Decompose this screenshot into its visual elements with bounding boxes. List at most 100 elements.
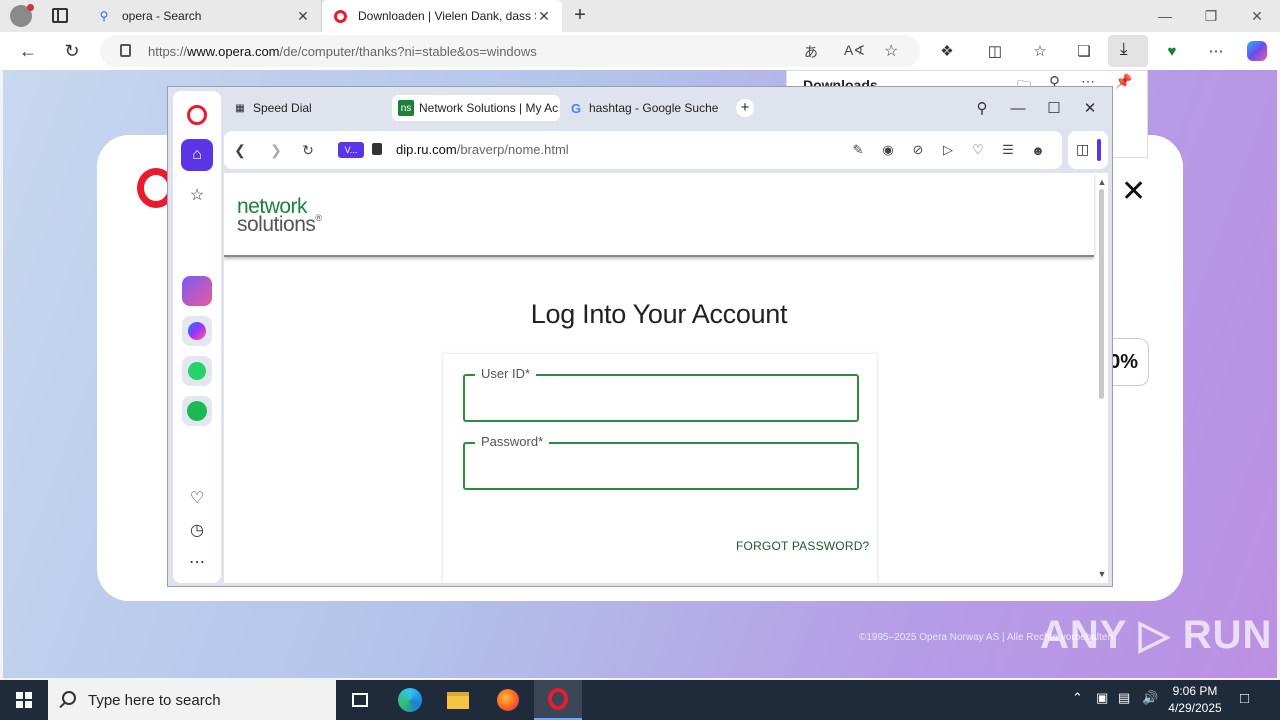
site-header: network solutions® xyxy=(224,173,1094,257)
window-close-icon[interactable]: ✕ xyxy=(1078,96,1102,120)
maximize-icon[interactable]: ☐ xyxy=(1042,96,1066,120)
new-tab-button[interactable]: + xyxy=(568,4,592,28)
edge-toolbar: ← ↻ https://www.opera.com/de/computer/th… xyxy=(0,32,1280,70)
password-field[interactable]: Password* xyxy=(463,434,859,490)
edge-tab-title: opera - Search xyxy=(122,9,202,23)
minimize-icon[interactable]: — xyxy=(1006,96,1030,120)
opera-tab-title: Network Solutions | My Ac xyxy=(419,101,559,115)
opera-browser-window: ⌂ ☆ ♡ ◷ ⋯ ▦ Speed Dial ns Network Soluti… xyxy=(167,86,1113,587)
volume-icon[interactable]: 🔊 xyxy=(1142,690,1158,706)
edge-tab-search[interactable]: ⚲ opera - Search ✕ xyxy=(86,0,322,32)
edge-url[interactable]: https://www.opera.com/de/computer/thanks… xyxy=(148,44,537,59)
history-clock-icon[interactable]: ◷ xyxy=(181,514,213,546)
device-icon[interactable]: ▣ xyxy=(1096,690,1108,706)
copilot-icon[interactable] xyxy=(1245,39,1269,63)
extensions-icon[interactable]: ❖ xyxy=(935,39,959,63)
more-options-icon[interactable]: ⋯ xyxy=(181,546,213,578)
user-id-input[interactable] xyxy=(471,386,851,412)
heart-icon[interactable]: ♡ xyxy=(968,140,988,160)
sidebar-toggle[interactable] xyxy=(1097,139,1101,161)
easy-setup-icon[interactable]: ☰ xyxy=(998,140,1018,160)
network-icon[interactable]: ▤ xyxy=(1118,690,1130,706)
edit-icon[interactable]: ✎ xyxy=(848,140,868,160)
opera-tab-network-solutions[interactable]: ns Network Solutions | My Ac xyxy=(392,95,560,121)
sidebar-messenger-app[interactable] xyxy=(181,315,213,347)
minimize-icon[interactable]: — xyxy=(1142,0,1188,32)
edge-tab-opera-download[interactable]: Downloaden | Vielen Dank, dass Sie ✕ xyxy=(322,0,562,32)
scroll-thumb[interactable] xyxy=(1099,189,1104,399)
refresh-icon[interactable]: ↻ xyxy=(60,39,84,63)
sidebar-spotify-app[interactable] xyxy=(181,395,213,427)
close-icon[interactable]: ✕ xyxy=(536,8,552,25)
notifications-icon[interactable]: □ xyxy=(1240,690,1249,707)
chevron-up-icon[interactable]: ⌃ xyxy=(1072,690,1083,706)
vpn-badge[interactable]: V... xyxy=(338,142,364,158)
adblock-icon[interactable]: ⊘ xyxy=(908,140,928,160)
close-icon[interactable]: ✕ xyxy=(295,8,311,25)
taskbar-search[interactable]: Type here to search xyxy=(48,680,336,720)
sidebar-whatsapp-app[interactable] xyxy=(181,355,213,387)
opera-tab-google[interactable]: G hashtag - Google Suche xyxy=(562,95,732,121)
taskbar-clock[interactable]: 9:06 PM 4/29/2025 xyxy=(1160,683,1230,717)
user-id-label: User ID* xyxy=(475,366,537,381)
logo-text-solutions: solutions® xyxy=(237,213,322,236)
scroll-up-icon[interactable]: ▲ xyxy=(1097,177,1107,187)
password-input[interactable] xyxy=(471,454,851,480)
windows-logo-icon xyxy=(16,692,32,708)
back-arrow-icon[interactable]: ← xyxy=(16,39,40,63)
favorites-icon[interactable]: ☆ xyxy=(1028,39,1052,63)
page-title: Log Into Your Account xyxy=(530,299,788,329)
opera-menu-icon[interactable] xyxy=(187,105,207,125)
translate-icon[interactable]: あ xyxy=(804,42,818,62)
back-arrow-icon[interactable]: ❮ xyxy=(230,140,250,160)
scroll-down-icon[interactable]: ▼ xyxy=(1097,569,1107,579)
scrollbar[interactable]: ▲ ▼ xyxy=(1097,177,1107,579)
browser-essentials-icon[interactable]: ♥ xyxy=(1160,39,1184,63)
forward-arrow-icon[interactable]: ❯ xyxy=(266,140,286,160)
messenger-icon xyxy=(182,316,212,346)
search-tabs-icon[interactable]: ⚲ xyxy=(970,96,994,120)
play-icon[interactable]: ▷ xyxy=(938,140,958,160)
close-icon[interactable]: ✕ xyxy=(1121,174,1146,209)
forgot-password-link[interactable]: FORGOT PASSWORD? xyxy=(736,539,869,553)
sidebar-aria-app[interactable] xyxy=(181,275,213,307)
tab-actions-icon[interactable] xyxy=(52,8,68,23)
clock-time: 9:06 PM xyxy=(1172,684,1218,698)
favorite-star-icon[interactable]: ☆ xyxy=(884,41,898,61)
star-icon[interactable]: ☆ xyxy=(181,179,213,211)
edge-taskbar-icon[interactable] xyxy=(386,680,434,720)
edge-address-bar[interactable]: https://www.opera.com/de/computer/thanks… xyxy=(100,35,920,67)
opera-tab-speed-dial[interactable]: ▦ Speed Dial xyxy=(226,95,386,121)
collections-icon[interactable]: ❏ xyxy=(1072,39,1096,63)
profile-avatar-icon[interactable] xyxy=(10,4,34,27)
firefox-icon[interactable] xyxy=(484,680,532,720)
profile-icon[interactable]: ☻ xyxy=(1028,140,1048,160)
reload-icon[interactable]: ↻ xyxy=(298,140,318,160)
new-tab-button[interactable]: + xyxy=(736,99,754,117)
pin-icon[interactable]: 📌 xyxy=(1115,73,1132,90)
read-aloud-icon[interactable]: A∢ xyxy=(844,42,865,59)
file-explorer-icon[interactable] xyxy=(434,680,482,720)
speed-dial-icon: ▦ xyxy=(235,102,245,114)
edge-tab-bar: ⚲ opera - Search ✕ Downloaden | Vielen D… xyxy=(0,0,1280,32)
heart-icon[interactable]: ♡ xyxy=(181,482,213,514)
opera-tab-title: Speed Dial xyxy=(253,101,312,115)
more-menu-icon[interactable]: ⋯ xyxy=(1204,39,1228,63)
lock-icon xyxy=(372,143,382,155)
search-icon: ⚲ xyxy=(99,9,109,23)
start-button[interactable] xyxy=(0,680,48,720)
downloads-button[interactable]: ⤓ xyxy=(1108,35,1148,67)
home-icon[interactable]: ⌂ xyxy=(181,139,213,171)
cube-icon[interactable]: ◫ xyxy=(1076,141,1089,158)
opera-url[interactable]: dip.ru.com/braverp/nome.html xyxy=(396,142,569,157)
lock-icon xyxy=(120,44,131,57)
opera-tab-title: hashtag - Google Suche xyxy=(589,101,719,115)
opera-taskbar-icon[interactable] xyxy=(534,680,582,720)
camera-icon[interactable]: ◉ xyxy=(878,140,898,160)
restore-icon[interactable]: ❐ xyxy=(1188,0,1234,32)
task-view-icon[interactable] xyxy=(336,680,384,720)
window-close-icon[interactable]: ✕ xyxy=(1234,0,1280,32)
whatsapp-icon xyxy=(182,356,212,386)
split-screen-icon[interactable]: ◫ xyxy=(983,39,1007,63)
user-id-field[interactable]: User ID* xyxy=(463,366,859,422)
